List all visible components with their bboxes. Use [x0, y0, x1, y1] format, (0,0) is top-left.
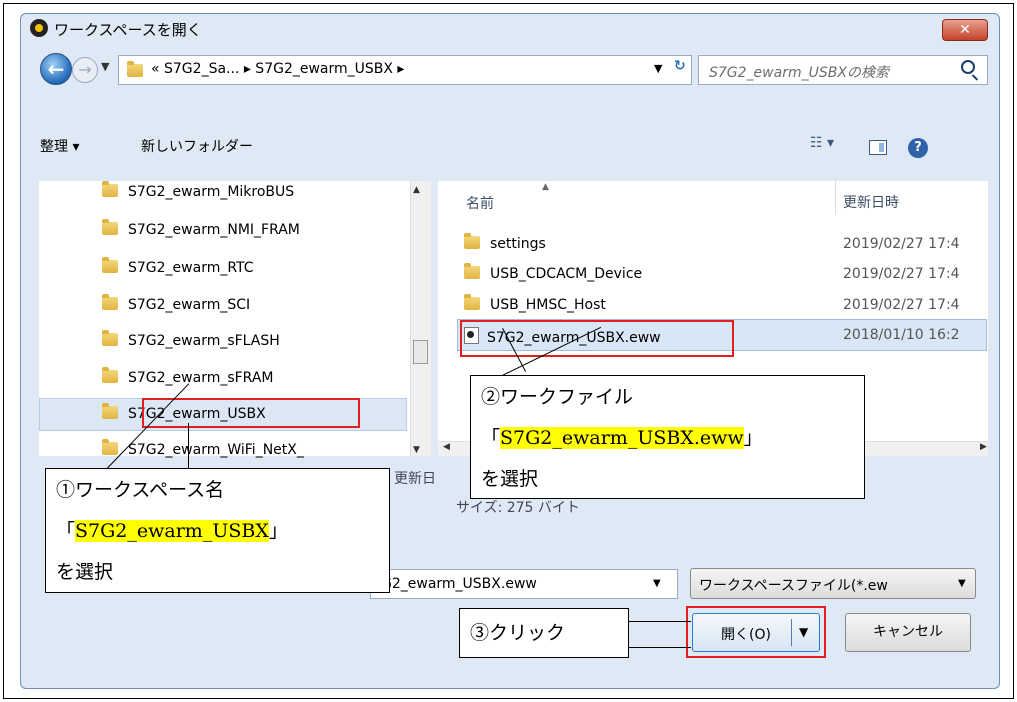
callout-line: を選択 — [481, 468, 539, 490]
organize-button[interactable]: 整理 ▾ — [40, 136, 79, 156]
sort-indicator-icon: ▲ — [542, 182, 549, 192]
callout-marked-name: S7G2_ewarm_USBX — [75, 520, 269, 542]
tree-item-label: S7G2_ewarm_sFRAM — [128, 370, 274, 386]
app-icon — [30, 19, 48, 37]
file-date: 2019/02/27 17:4 — [843, 266, 960, 282]
file-row[interactable]: settings — [464, 233, 546, 252]
tree-item[interactable]: S7G2_ewarm_MikroBUS — [102, 181, 295, 206]
folder-icon — [102, 439, 118, 455]
recent-locations-dropdown[interactable]: ▼ — [101, 60, 109, 73]
callout-line: ①ワークスペース名 — [56, 479, 225, 501]
new-folder-button[interactable]: 新しいフォルダー — [141, 136, 253, 156]
filename-field[interactable]: G2_ewarm_USBX.eww ▼ — [370, 569, 678, 599]
tree-item[interactable]: S7G2_ewarm_sFLASH — [102, 330, 280, 355]
tree-item-label: S7G2_ewarm_WiFi_NetX_ — [128, 442, 304, 458]
tree-item-label: S7G2_ewarm_sFLASH — [128, 333, 280, 349]
tree-item-label: S7G2_ewarm_MikroBUS — [128, 184, 295, 200]
details-date-label: 更新日 — [394, 471, 436, 487]
callout-click: ③クリック — [459, 608, 629, 658]
search-input[interactable]: S7G2_ewarm_USBXの検索 — [709, 62, 889, 82]
callout-bracket: 」 — [268, 520, 288, 542]
column-divider[interactable] — [835, 181, 836, 214]
callout-pointer — [188, 423, 189, 469]
folder-icon — [102, 181, 118, 197]
help-icon[interactable]: ? — [908, 138, 928, 158]
tree-item[interactable]: S7G2_ewarm_WiFi_NetX_ — [102, 439, 304, 464]
tree-item-label: S7G2_ewarm_SCI — [128, 297, 251, 313]
callout-marked-name: S7G2_ewarm_USBX.eww — [500, 427, 744, 449]
open-button-label: 開く(O) — [721, 627, 771, 643]
file-row[interactable]: USB_CDCACM_Device — [464, 263, 643, 282]
scrollbar-thumb[interactable] — [413, 340, 428, 364]
filetype-select[interactable]: ワークスペースファイル(*.ew ▼ — [690, 568, 976, 599]
callout-workfile: ②ワークファイル 「S7G2_ewarm_USBX.eww」 を選択 — [470, 375, 865, 499]
callout-pointer — [628, 621, 691, 622]
open-options-icon[interactable]: ▼ — [799, 625, 808, 639]
file-name: USB_HMSC_Host — [490, 297, 606, 313]
address-bar[interactable]: « S7G2_Sa... ▸ S7G2_ewarm_USBX ▸ ▼ ↻ — [118, 55, 692, 85]
tree-item-label: S7G2_ewarm_RTC — [128, 260, 254, 276]
file-row[interactable]: USB_HMSC_Host — [464, 294, 606, 313]
address-dropdown-icon[interactable]: ▼ — [654, 62, 662, 75]
search-icon[interactable] — [961, 60, 975, 74]
callout-bracket: 「 — [481, 427, 501, 449]
scroll-right-icon[interactable]: ▶ — [980, 442, 987, 452]
back-arrow-icon[interactable]: ← — [40, 53, 72, 85]
change-view-icon[interactable]: ☷ ▾ — [810, 135, 834, 151]
folder-icon — [464, 294, 480, 310]
file-date: 2019/02/27 17:4 — [843, 297, 960, 313]
folder-icon — [102, 219, 118, 235]
dialog-title: ワークスペースを開く — [54, 21, 202, 39]
file-name: settings — [490, 236, 546, 252]
filename-dropdown-icon[interactable]: ▼ — [653, 578, 661, 589]
file-name: USB_CDCACM_Device — [490, 266, 643, 282]
tree-item[interactable]: S7G2_ewarm_SCI — [102, 294, 251, 319]
forward-arrow-icon[interactable]: → — [72, 57, 98, 83]
callout-line: 「S7G2_ewarm_USBX」 — [56, 516, 288, 543]
folder-icon — [102, 367, 118, 383]
callout-line: を選択 — [56, 561, 114, 583]
scroll-down-icon[interactable]: ▼ — [413, 445, 420, 455]
folder-icon — [127, 61, 143, 77]
folder-icon — [102, 403, 118, 419]
scroll-left-icon[interactable]: ◀ — [443, 442, 450, 452]
tree-item[interactable]: S7G2_ewarm_NMI_FRAM — [102, 219, 300, 244]
callout-bracket: 」 — [743, 427, 763, 449]
column-header-date[interactable]: 更新日時 — [843, 192, 899, 212]
folder-icon — [464, 263, 480, 279]
folder-highlight — [142, 398, 360, 428]
open-button[interactable]: 開く(O) ▼ — [692, 613, 820, 652]
file-highlight — [460, 320, 734, 357]
address-path[interactable]: « S7G2_Sa... ▸ S7G2_ewarm_USBX ▸ — [151, 61, 404, 77]
tree-item-label: S7G2_ewarm_NMI_FRAM — [128, 222, 300, 238]
split-divider — [791, 619, 792, 646]
file-date: 2018/01/10 16:2 — [843, 327, 960, 343]
file-date: 2019/02/27 17:4 — [843, 236, 960, 252]
callout-bracket: 「 — [56, 520, 76, 542]
tree-item[interactable]: S7G2_ewarm_sFRAM — [102, 367, 274, 392]
folder-icon — [102, 257, 118, 273]
folder-icon — [464, 233, 480, 249]
tree-item[interactable]: S7G2_ewarm_RTC — [102, 257, 254, 282]
filename-value[interactable]: G2_ewarm_USBX.eww — [381, 576, 537, 592]
filetype-dropdown-icon[interactable]: ▼ — [958, 578, 966, 589]
refresh-icon[interactable]: ↻ — [674, 58, 692, 74]
preview-pane-icon[interactable] — [869, 140, 887, 155]
cancel-button[interactable]: キャンセル — [845, 613, 971, 652]
folder-icon — [102, 294, 118, 310]
folder-icon — [102, 330, 118, 346]
scroll-up-icon[interactable]: ▲ — [413, 185, 420, 195]
filetype-value: ワークスペースファイル(*.ew — [699, 578, 888, 594]
callout-pointer — [628, 647, 691, 648]
details-size: サイズ: 275 バイト — [456, 500, 580, 516]
callout-line: 「S7G2_ewarm_USBX.eww」 — [481, 423, 763, 450]
callout-line: ③クリック — [470, 622, 566, 644]
callout-line: ②ワークファイル — [481, 386, 634, 408]
close-button[interactable]: ✕ — [942, 19, 988, 41]
callout-workspace: ①ワークスペース名 「S7G2_ewarm_USBX」 を選択 — [45, 468, 390, 593]
tree-scrollbar[interactable] — [410, 181, 431, 456]
search-box[interactable]: S7G2_ewarm_USBXの検索 — [698, 55, 988, 85]
column-header-name[interactable]: 名前 — [466, 193, 494, 213]
